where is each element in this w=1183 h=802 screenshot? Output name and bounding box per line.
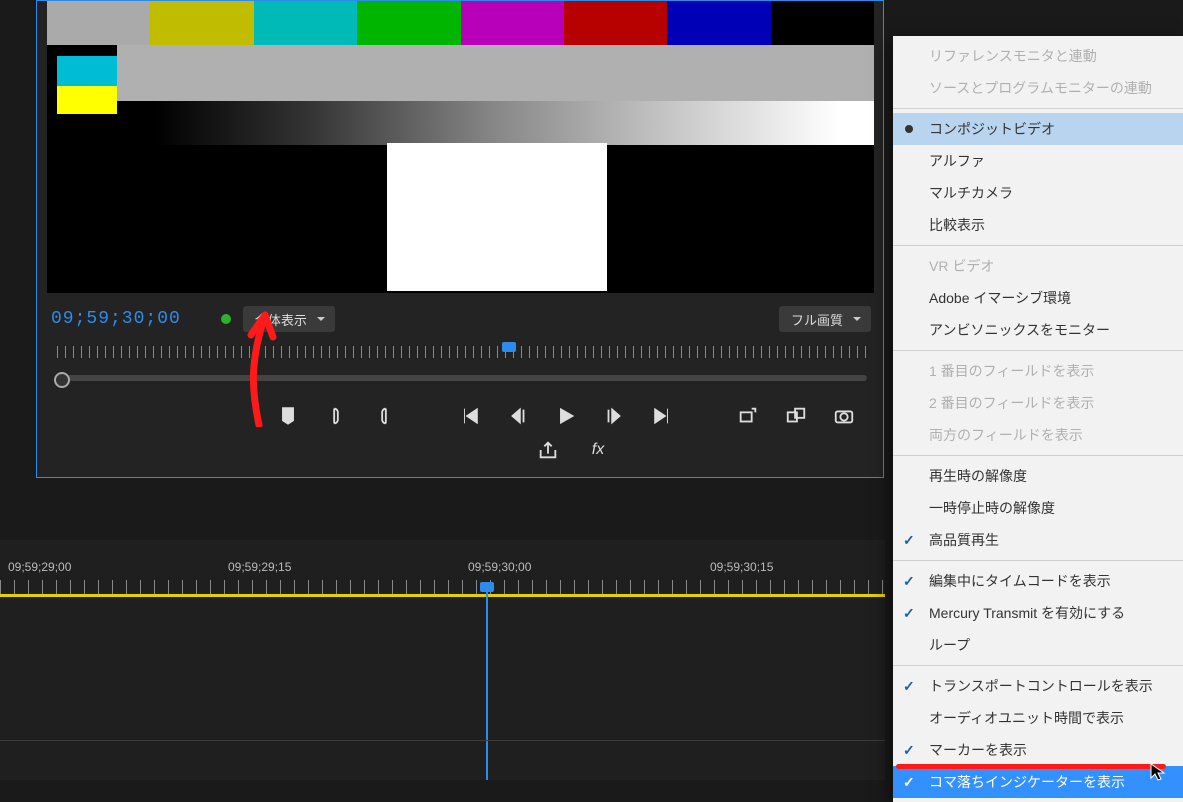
step-forward-button[interactable] [603,405,625,427]
cursor-icon [1150,763,1168,781]
extract-button[interactable] [785,405,807,427]
menu-item: 2 番目のフィールドを表示 [893,387,1183,419]
menu-item[interactable]: オーディオユニット時間で表示 [893,702,1183,734]
timecode-label: 09;59;29;00 [8,560,71,574]
timeline-panel: 09;59;29;00 09;59;29;15 09;59;30;00 09;5… [0,540,885,780]
mark-out-button[interactable] [373,405,395,427]
menu-item[interactable]: アルファ [893,145,1183,177]
zoom-select[interactable]: 全体表示 [243,306,335,332]
annotation-underline [896,764,1166,769]
fx-icon[interactable]: fx [587,439,609,461]
lift-button[interactable] [737,405,759,427]
timecode-label: 09;59;30;15 [710,560,773,574]
add-marker-button[interactable] [277,405,299,427]
menu-item[interactable]: 一時停止時の解像度 [893,492,1183,524]
timecode-display[interactable]: 09;59;30;00 [51,309,181,329]
menu-item[interactable]: コンポジットビデオ [893,113,1183,145]
mark-in-button[interactable] [325,405,347,427]
menu-item[interactable]: マルチカメラ [893,177,1183,209]
menu-item[interactable]: ループ [893,629,1183,661]
color-swatch-yellow [57,86,117,114]
menu-item[interactable]: コマ落ちインジケーターを表示 [893,766,1183,798]
monitor-settings-menu: リファレンスモニタと連動ソースとプログラムモニターの連動コンポジットビデオアルフ… [893,36,1183,802]
menu-item[interactable]: トランスポートコントロールを表示 [893,670,1183,702]
timeline-ruler-labels: 09;59;29;00 09;59;29;15 09;59;30;00 09;5… [0,560,885,578]
menu-item[interactable]: 再生時の解像度 [893,460,1183,492]
timeline-playhead-line [486,592,488,780]
menu-item: VR ビデオ [893,250,1183,282]
menu-item[interactable]: Mercury Transmit を有効にする [893,597,1183,629]
menu-item[interactable]: Adobe イマーシブ環境 [893,282,1183,314]
monitor-scrubber[interactable] [57,375,867,381]
export-frame-button[interactable] [833,405,855,427]
go-to-out-button[interactable] [651,405,673,427]
quality-select[interactable]: フル画質 [779,306,871,332]
monitor-ruler[interactable] [57,346,867,366]
timecode-label: 09;59;29;15 [228,560,291,574]
timeline-work-area[interactable] [0,594,885,597]
menu-item: 1 番目のフィールドを表示 [893,355,1183,387]
menu-item: ソースとプログラムモニターの連動 [893,72,1183,104]
step-back-button[interactable] [507,405,529,427]
menu-item[interactable]: アンビソニックスをモニター [893,314,1183,346]
color-swatch-cyan [57,56,117,86]
timecode-label: 09;59;30;00 [468,560,531,574]
monitor-playhead-icon[interactable] [502,342,516,352]
white-test-block [387,143,607,291]
menu-item: リファレンスモニタと連動 [893,40,1183,72]
menu-item[interactable]: 比較表示 [893,209,1183,241]
go-to-in-button[interactable] [459,405,481,427]
dropped-frame-indicator-icon [221,314,231,324]
share-icon[interactable] [537,439,559,461]
timeline-ruler[interactable] [0,580,885,594]
menu-item[interactable]: 高品質再生 [893,524,1183,556]
menu-item[interactable]: マーカーを表示 [893,734,1183,766]
program-monitor-panel: 09;59;30;00 全体表示 フル画質 fx [36,0,884,478]
preview-viewport [47,1,874,293]
menu-item[interactable]: 編集中にタイムコードを表示 [893,565,1183,597]
menu-item: 両方のフィールドを表示 [893,419,1183,451]
play-button[interactable] [555,405,577,427]
timeline-playhead-icon[interactable] [480,582,494,592]
